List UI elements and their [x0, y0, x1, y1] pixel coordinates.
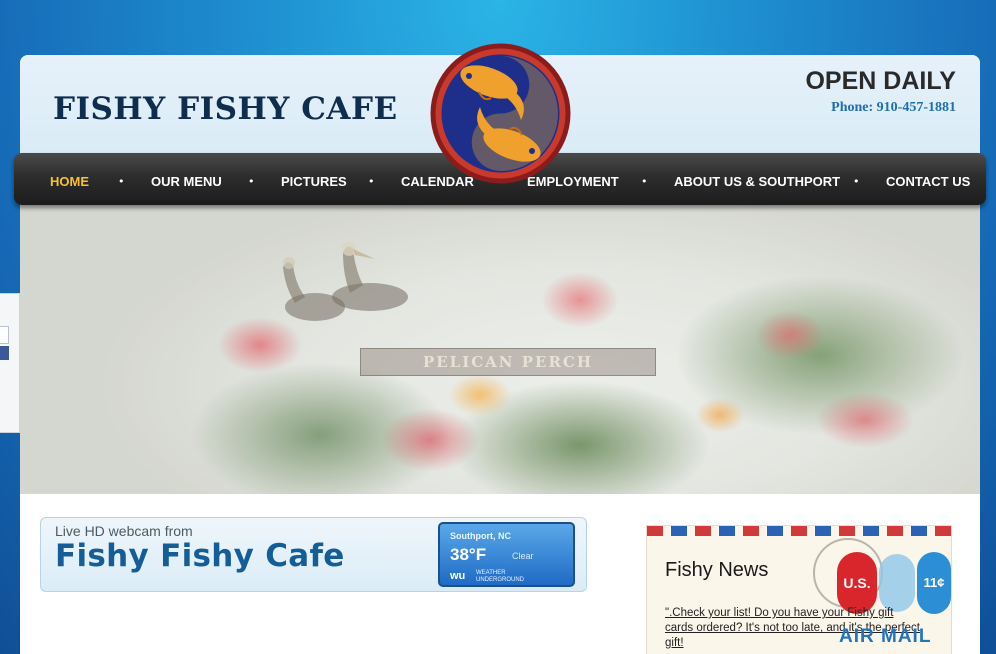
webcam-title: Fishy Fishy Cafe — [55, 538, 345, 574]
us-stamp: U.S. — [837, 552, 877, 614]
site-brand[interactable]: FISHY FISHY CAFE — [53, 91, 398, 127]
side-widget-button[interactable] — [0, 346, 9, 360]
hours-label: OPEN DAILY — [805, 67, 956, 95]
weather-condition: Clear — [512, 551, 534, 561]
nav-home[interactable]: HOME — [50, 153, 89, 205]
koi-fish-logo-icon[interactable] — [429, 42, 572, 185]
nav-pictures[interactable]: PICTURES — [281, 153, 347, 205]
airmail-border — [647, 526, 951, 536]
nav-separator: • — [641, 175, 648, 188]
weather-provider-text: WEATHER UNDERGROUND — [476, 570, 524, 584]
eleven-cent-stamp: 11¢ — [917, 552, 951, 614]
nav-separator: • — [853, 175, 860, 188]
fishy-news-card: U.S. 11¢ Fishy News ".Check your list! D… — [646, 525, 952, 654]
side-social-widget[interactable] — [0, 293, 20, 433]
stamp-icon — [879, 554, 915, 612]
nav-separator: • — [118, 175, 125, 188]
weather-provider-line-1: WEATHER — [476, 570, 506, 576]
weather-location: Southport, NC — [450, 531, 511, 541]
airmail-label: AIR MAIL — [839, 626, 932, 647]
nav-separator: • — [248, 175, 255, 188]
pelican-perch-sign: PELICAN PERCH — [360, 348, 656, 376]
weather-temperature: 38°F — [450, 545, 487, 564]
phone-number[interactable]: Phone: 910-457-1881 — [831, 100, 956, 116]
webcam-banner[interactable]: Live HD webcam from Fishy Fishy Cafe Sou… — [40, 517, 587, 592]
nav-our-menu[interactable]: OUR MENU — [151, 153, 222, 205]
news-title: Fishy News — [665, 559, 769, 581]
nav-contact-us[interactable]: CONTACT US — [886, 153, 970, 205]
nav-about-us-southport[interactable]: ABOUT US & SOUTHPORT — [674, 153, 840, 205]
hero-banner: PELICAN PERCH — [20, 205, 980, 494]
weather-underground-logo: wu — [450, 570, 466, 582]
pelican-icon — [332, 242, 408, 311]
side-widget-field[interactable] — [0, 326, 9, 344]
nav-separator: • — [368, 175, 375, 188]
webcam-subtitle: Live HD webcam from — [55, 523, 193, 539]
weather-provider-line-2: UNDERGROUND — [476, 577, 524, 583]
weather-widget[interactable]: Southport, NC 38°F Clear wu WEATHER UNDE… — [438, 522, 575, 587]
